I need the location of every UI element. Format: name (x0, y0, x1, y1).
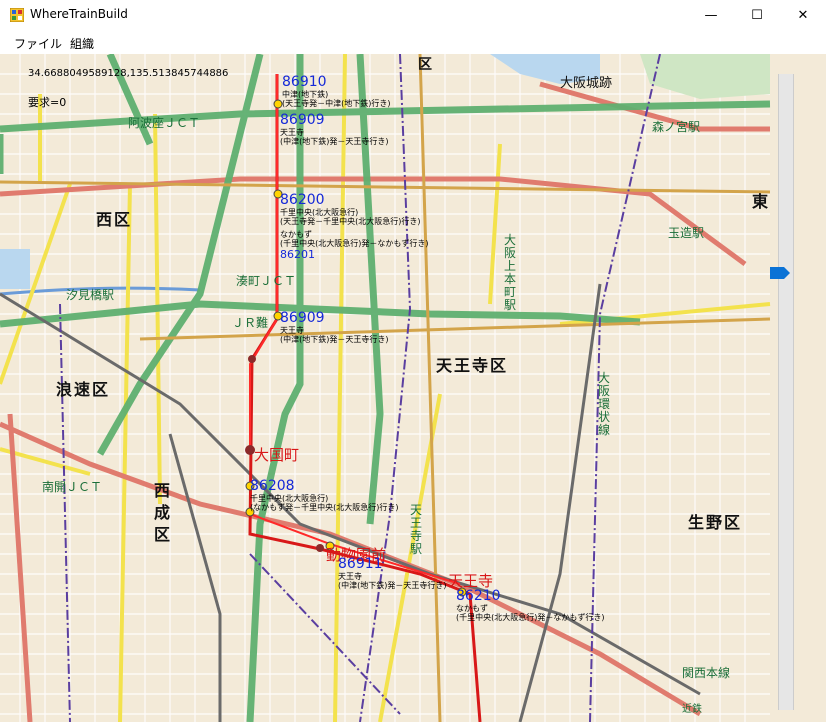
map-view[interactable]: 34.6688049589128,135.513845744886 要求=0 西… (0, 54, 826, 722)
train-destination: 中津(地下鉄) (282, 90, 329, 99)
close-button[interactable]: ✕ (780, 0, 826, 30)
train-number: 86208 (250, 478, 295, 494)
title-bar: WhereTrainBuild — ☐ ✕ (0, 0, 826, 30)
train-marker[interactable]: 86208 千里中央(北大阪急行) (なかもず発－千里中央(北大阪急行)行き) (250, 478, 398, 512)
train-destination: 千里中央(北大阪急行) (280, 208, 359, 217)
map-label-uehommachi: 大阪上本町駅 (504, 233, 517, 312)
map-label-shiomibashi: 汐見橋駅 (66, 288, 115, 302)
menu-organization[interactable]: 組織 (70, 35, 94, 52)
ward-label-naniwa: 浪速区 (56, 380, 111, 399)
map-label-kansai-line: 関西本線 (682, 666, 731, 680)
zoom-slider-thumb[interactable] (770, 267, 790, 280)
coordinate-readout: 34.6688049589128,135.513845744886 (28, 68, 229, 79)
ward-label-tennoji: 天王寺区 (436, 356, 509, 375)
train-marker[interactable]: 86210 なかもず (千里中央(北大阪急行)発－なかもず行き) (456, 588, 604, 622)
train-route: (中津(地下鉄)発－天王寺行き) (338, 581, 447, 590)
train-route: (天王寺発－中津(地下鉄)行き) (282, 99, 391, 108)
map-label-tennoji-station: 天王寺駅 (410, 503, 423, 556)
train-route: (千里中央(北大阪急行)発－なかもず行き) (456, 613, 605, 622)
train-number: 86911 (338, 556, 383, 572)
close-icon: ✕ (797, 7, 809, 23)
train-destination: なかもず (280, 230, 312, 239)
minimize-button[interactable]: — (688, 0, 734, 30)
train-route: (なかもず発－千里中央(北大阪急行)行き) (250, 503, 399, 512)
map-label-kintetsu: 近鉄 (682, 704, 702, 715)
train-marker[interactable]: 86910 中津(地下鉄) (天王寺発－中津(地下鉄)行き) (282, 74, 390, 108)
menu-bar: ファイル 組織 (0, 30, 826, 54)
map-label-morinomiya: 森ノ宮駅 (652, 120, 701, 134)
train-number: 86210 (456, 588, 501, 604)
ward-label-nishinari: 西成区 (154, 481, 173, 544)
request-count: 要求=0 (28, 96, 67, 109)
train-marker[interactable]: 86909 天王寺 (中津(地下鉄)発－天王寺行き) (280, 310, 388, 344)
train-route: (中津(地下鉄)発－天王寺行き) (280, 137, 389, 146)
train-destination: 天王寺 (280, 128, 304, 137)
map-label-awaza-jct: 阿波座ＪＣＴ (128, 116, 201, 130)
zoom-slider-track[interactable] (778, 74, 794, 710)
menu-file[interactable]: ファイル (14, 35, 62, 52)
train-marker[interactable]: なかもず (千里中央(北大阪急行)発－なかもず行き) 86201 (280, 230, 428, 261)
train-number: 86200 (280, 192, 325, 208)
window-title: WhereTrainBuild (30, 7, 128, 21)
train-destination: 天王寺 (338, 572, 362, 581)
app-icon (10, 8, 24, 22)
map-label-loop-line: 大阪環状線 (598, 371, 611, 437)
train-route: (天王寺発－千里中央(北大阪急行)行き) (280, 217, 421, 226)
map-canvas (0, 54, 771, 722)
minimize-icon: — (704, 7, 718, 23)
ward-label-ku: 区 (418, 57, 434, 73)
maximize-icon: ☐ (751, 7, 763, 23)
station-label-daikokucho: 大国町 (254, 446, 300, 464)
train-route: (千里中央(北大阪急行)発－なかもず行き) (280, 239, 429, 248)
map-label-minatomachi-jct: 湊町ＪＣＴ (236, 274, 297, 288)
map-label-jr-namba: ＪＲ難 (232, 316, 269, 330)
train-number: 86909 (280, 310, 325, 326)
train-destination: なかもず (456, 604, 488, 613)
map-label-osakajo: 大阪城跡 (560, 76, 613, 91)
train-number: 86201 (280, 248, 315, 261)
map-label-minamikai-jct: 南開ＪＣＴ (42, 480, 103, 494)
train-number: 86910 (282, 74, 327, 90)
train-destination: 千里中央(北大阪急行) (250, 494, 329, 503)
maximize-button[interactable]: ☐ (734, 0, 780, 30)
train-destination: 天王寺 (280, 326, 304, 335)
train-number: 86909 (280, 112, 325, 128)
train-marker[interactable]: 86911 天王寺 (中津(地下鉄)発－天王寺行き) (338, 556, 446, 590)
train-marker[interactable]: 86200 千里中央(北大阪急行) (天王寺発－千里中央(北大阪急行)行き) (280, 192, 420, 226)
train-route: (中津(地下鉄)発－天王寺行き) (280, 335, 389, 344)
ward-label-ikuno: 生野区 (688, 513, 743, 532)
ward-label-nishi: 西区 (96, 210, 133, 229)
ward-label-higashi: 東 (752, 192, 771, 211)
map-label-tamatsukuri: 玉造駅 (668, 226, 705, 240)
train-marker[interactable]: 86909 天王寺 (中津(地下鉄)発－天王寺行き) (280, 112, 388, 146)
